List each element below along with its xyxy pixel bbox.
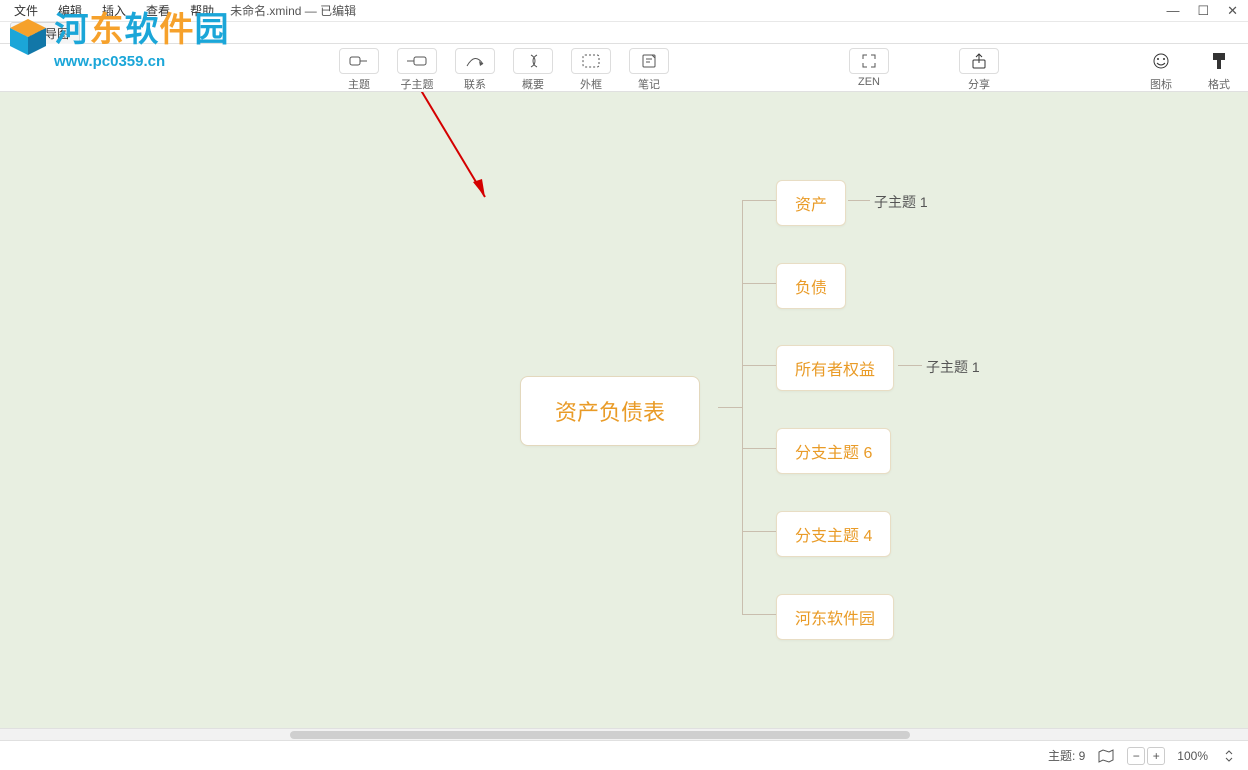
- branch-topic[interactable]: 所有者权益: [776, 345, 894, 391]
- zen-icon: [861, 53, 877, 69]
- menu-edit[interactable]: 编辑: [48, 2, 92, 19]
- annotation-arrow: [390, 92, 500, 212]
- share-icon: [971, 53, 987, 69]
- scrollbar-thumb[interactable]: [290, 731, 910, 739]
- window-maximize-icon[interactable]: ☐: [1197, 3, 1209, 19]
- branch-topic[interactable]: 分支主题 6: [776, 428, 891, 474]
- toolbar-boundary-button[interactable]: 外框: [562, 48, 620, 92]
- menu-view[interactable]: 查看: [136, 2, 180, 19]
- tab-mindmap[interactable]: 思维导图: [10, 22, 80, 44]
- zoom-out-button[interactable]: −: [1127, 747, 1145, 765]
- menu-insert[interactable]: 插入: [92, 2, 136, 19]
- menu-bar: 文件 编辑 插入 查看 帮助 未命名.xmind — 已编辑 — ☐ ✕: [0, 0, 1248, 22]
- toolbar-marker-button[interactable]: 图标: [1132, 48, 1190, 92]
- status-bar: 主题: 9 − + 100%: [0, 740, 1248, 770]
- menu-file[interactable]: 文件: [4, 2, 48, 19]
- relation-icon: [465, 54, 485, 68]
- toolbar-format-button[interactable]: 格式: [1190, 48, 1248, 92]
- subtopic-icon: [406, 54, 428, 68]
- status-topic-count: 主题: 9: [1048, 747, 1085, 764]
- summary-icon: [525, 53, 541, 69]
- branch-topic[interactable]: 河东软件园: [776, 594, 894, 640]
- window-close-icon[interactable]: ✕: [1227, 3, 1238, 19]
- chevron-updown-icon[interactable]: [1220, 747, 1238, 765]
- mindmap-canvas[interactable]: 资产负债表 资产 子主题 1 负债 所有者权益 子主题 1 分支主题 6 分支主…: [0, 92, 1248, 740]
- zoom-level: 100%: [1177, 749, 1208, 763]
- branch-topic[interactable]: 分支主题 4: [776, 511, 891, 557]
- toolbar-relation-button[interactable]: 联系: [446, 48, 504, 92]
- sub-topic[interactable]: 子主题 1: [874, 192, 928, 212]
- sub-topic[interactable]: 子主题 1: [926, 357, 980, 377]
- toolbar-share-button[interactable]: 分享: [950, 48, 1008, 92]
- toolbar: 主题 子主题 联系 概要 外框 笔记 ZEN 分: [0, 44, 1248, 92]
- menu-help[interactable]: 帮助: [180, 2, 224, 19]
- branch-topic[interactable]: 资产: [776, 180, 846, 226]
- boundary-icon: [582, 54, 600, 68]
- tab-bar: 思维导图: [0, 22, 1248, 44]
- horizontal-scrollbar[interactable]: [0, 728, 1248, 740]
- format-icon: [1211, 52, 1227, 70]
- toolbar-subtopic-button[interactable]: 子主题: [388, 48, 446, 92]
- zoom-in-button[interactable]: +: [1147, 747, 1165, 765]
- toolbar-summary-button[interactable]: 概要: [504, 48, 562, 92]
- branch-topic[interactable]: 负债: [776, 263, 846, 309]
- central-topic[interactable]: 资产负债表: [520, 376, 700, 446]
- map-outline-icon[interactable]: [1097, 747, 1115, 765]
- toolbar-zen-button[interactable]: ZEN: [840, 48, 898, 88]
- canvas-wrap: 资产负债表 资产 子主题 1 负债 所有者权益 子主题 1 分支主题 6 分支主…: [0, 92, 1248, 740]
- zoom-control: − +: [1127, 747, 1165, 765]
- toolbar-topic-button[interactable]: 主题: [330, 48, 388, 92]
- smile-icon: [1152, 52, 1170, 70]
- window-title: 未命名.xmind — 已编辑: [230, 2, 356, 19]
- toolbar-note-button[interactable]: 笔记: [620, 48, 678, 92]
- note-icon: [641, 53, 657, 69]
- window-minimize-icon[interactable]: —: [1166, 3, 1179, 19]
- topic-icon: [349, 54, 369, 68]
